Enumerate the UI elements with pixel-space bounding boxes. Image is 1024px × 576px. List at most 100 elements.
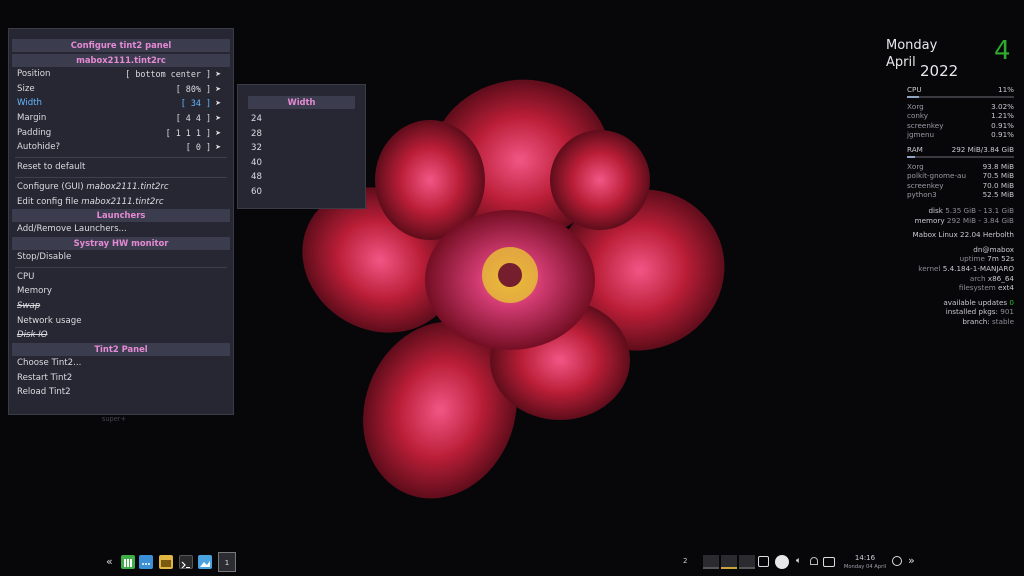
arch-label: arch: [969, 273, 986, 283]
width-submenu: Width 24 28 32 40 48 60: [237, 84, 366, 209]
disk-value: 5.35 GiB - 13.1 GiB: [945, 205, 1014, 215]
power-icon[interactable]: [892, 556, 902, 566]
desktop-number[interactable]: 2: [683, 557, 687, 565]
menu-item-size[interactable]: Size [ 80% ] ➤: [9, 82, 233, 97]
width-option-28[interactable]: 28: [238, 127, 365, 142]
cpu-process-list: Xorg 3.02% conky 1.21% screenkey 0.91% jgmenu 0…: [907, 102, 1014, 140]
desktop-pager[interactable]: 1: [218, 552, 236, 572]
memory-label: memory: [914, 215, 945, 225]
tint2-panel-header: Tint2 Panel: [12, 343, 230, 356]
submenu-title: Width: [248, 96, 355, 109]
menu-item-autohide[interactable]: Autohide? [ 0 ] ➤: [9, 140, 233, 155]
menu-item-reload-tint2[interactable]: Reload Tint2: [9, 385, 233, 400]
tray-time: 14:16: [854, 554, 876, 562]
distro-name: Mabox Linux 22.04 Herbolth: [912, 230, 1014, 240]
app-tray-icon[interactable]: [775, 555, 789, 569]
process-name: conky: [907, 111, 929, 121]
menu-separator: [15, 176, 227, 178]
process-name: screenkey: [907, 120, 944, 130]
menu-separator: [15, 266, 227, 268]
process-name: screenkey: [907, 180, 944, 190]
process-value: 93.8 MiB: [982, 161, 1014, 171]
cpu-bar-fill: [907, 95, 919, 98]
menu-item-choose-tint2[interactable]: Choose Tint2...: [9, 356, 233, 371]
process-row: Xorg 93.8 MiB: [907, 162, 1014, 172]
menu-item-add-remove-launchers[interactable]: Add/Remove Launchers...: [9, 222, 233, 237]
menu-separator: [15, 157, 227, 159]
collapse-icon[interactable]: «: [106, 555, 113, 569]
menu-item-padding[interactable]: Padding [ 1 1 1 ] ➤: [9, 126, 233, 141]
submenu-arrow-icon: ➤: [215, 114, 221, 123]
width-option-24[interactable]: 24: [238, 112, 365, 127]
user-host: dn@mabox: [973, 244, 1014, 254]
network-monitor-icon[interactable]: [739, 555, 755, 569]
cpu-monitor-icon[interactable]: [703, 555, 719, 569]
menu-item-restart-tint2[interactable]: Restart Tint2: [9, 371, 233, 386]
faded-shortcut-key: super+: [101, 415, 126, 424]
memory-monitor-icon[interactable]: [721, 555, 737, 569]
submenu-arrow-icon: ➤: [215, 143, 221, 152]
width-option-60[interactable]: 60: [238, 185, 365, 200]
process-row: conky 1.21%: [907, 111, 1014, 121]
process-value: 1.21%: [991, 111, 1014, 121]
menu-item-stop-disable[interactable]: Stop/Disable: [9, 250, 233, 265]
process-value: 70.0 MiB: [982, 180, 1014, 190]
ram-bar-fill: [907, 155, 915, 158]
folder-icon[interactable]: [159, 555, 173, 569]
process-name: polkit-gnome-au: [907, 171, 967, 181]
menu-item-memory[interactable]: Memory: [9, 284, 233, 299]
fs-label: filesystem: [958, 283, 996, 293]
network-icon[interactable]: [810, 557, 818, 565]
process-row: Xorg 3.02%: [907, 102, 1014, 112]
screenshot-icon[interactable]: [823, 557, 835, 567]
ram-value: 292 MiB/3.84 GiB: [951, 144, 1014, 154]
tray-clock[interactable]: 14:16 Monday 04 April: [840, 554, 890, 572]
terminal-icon[interactable]: [179, 555, 193, 569]
process-row: polkit-gnome-au 70.5 MiB: [907, 171, 1014, 181]
menu-item-margin[interactable]: Margin [ 4 4 ] ➤: [9, 111, 233, 126]
menu-file-header: mabox2111.tint2rc: [12, 54, 230, 67]
menu-item-position[interactable]: Position [ bottom center ] ➤: [9, 67, 233, 82]
process-name: python3: [907, 190, 937, 200]
submenu-arrow-icon: ➤: [215, 128, 221, 137]
fs-value: ext4: [998, 283, 1014, 293]
kernel-value: 5.4.184-1-MANJARO: [942, 263, 1014, 273]
menu-item-configure-gui[interactable]: Configure (GUI) mabox2111.tint2rc: [9, 180, 233, 195]
process-value: 52.5 MiB: [982, 190, 1014, 200]
date-conky: Monday April 2022 4: [886, 36, 1016, 82]
process-name: jgmenu: [907, 130, 935, 140]
width-option-32[interactable]: 32: [238, 141, 365, 156]
width-option-40[interactable]: 40: [238, 156, 365, 171]
menu-item-cpu[interactable]: CPU: [9, 270, 233, 285]
clipboard-icon[interactable]: [758, 556, 769, 567]
menu-item-reset[interactable]: Reset to default: [9, 160, 233, 175]
kernel-label: kernel: [918, 263, 941, 273]
tint2-config-menu: Configure tint2 panel mabox2111.tint2rc …: [8, 28, 234, 415]
day-of-month: 4: [994, 36, 1011, 66]
image-viewer-icon[interactable]: [198, 555, 212, 569]
chat-icon[interactable]: [139, 555, 153, 569]
menu-item-network-usage[interactable]: Network usage: [9, 314, 233, 329]
menu-item-swap[interactable]: Swap: [9, 299, 233, 314]
ram-label: RAM: [907, 144, 923, 154]
menu-item-width[interactable]: Width [ 34 ] ➤: [9, 96, 233, 111]
process-row: screenkey 70.0 MiB: [907, 181, 1014, 191]
process-name: Xorg: [907, 101, 924, 111]
cpu-label: CPU: [907, 85, 922, 94]
process-row: jgmenu 0.91%: [907, 130, 1014, 140]
pkgs-value: 901: [1000, 307, 1014, 317]
disk-label: disk: [928, 205, 943, 215]
uptime-label: uptime: [959, 254, 985, 264]
volume-icon[interactable]: 🔈︎: [796, 556, 801, 566]
process-row: python3 52.5 MiB: [907, 190, 1014, 200]
file-manager-icon[interactable]: [121, 555, 135, 569]
cpu-value: 11%: [998, 85, 1014, 94]
launchers-header: Launchers: [12, 209, 230, 223]
weekday: Monday: [886, 38, 938, 53]
ram-bar: [907, 155, 1014, 158]
width-option-48[interactable]: 48: [238, 170, 365, 185]
process-name: Xorg: [907, 161, 924, 171]
menu-item-disk-io[interactable]: Disk IO: [9, 328, 233, 343]
expand-icon[interactable]: »: [908, 554, 915, 567]
menu-item-edit-config[interactable]: Edit config file mabox2111.tint2rc: [9, 195, 233, 210]
